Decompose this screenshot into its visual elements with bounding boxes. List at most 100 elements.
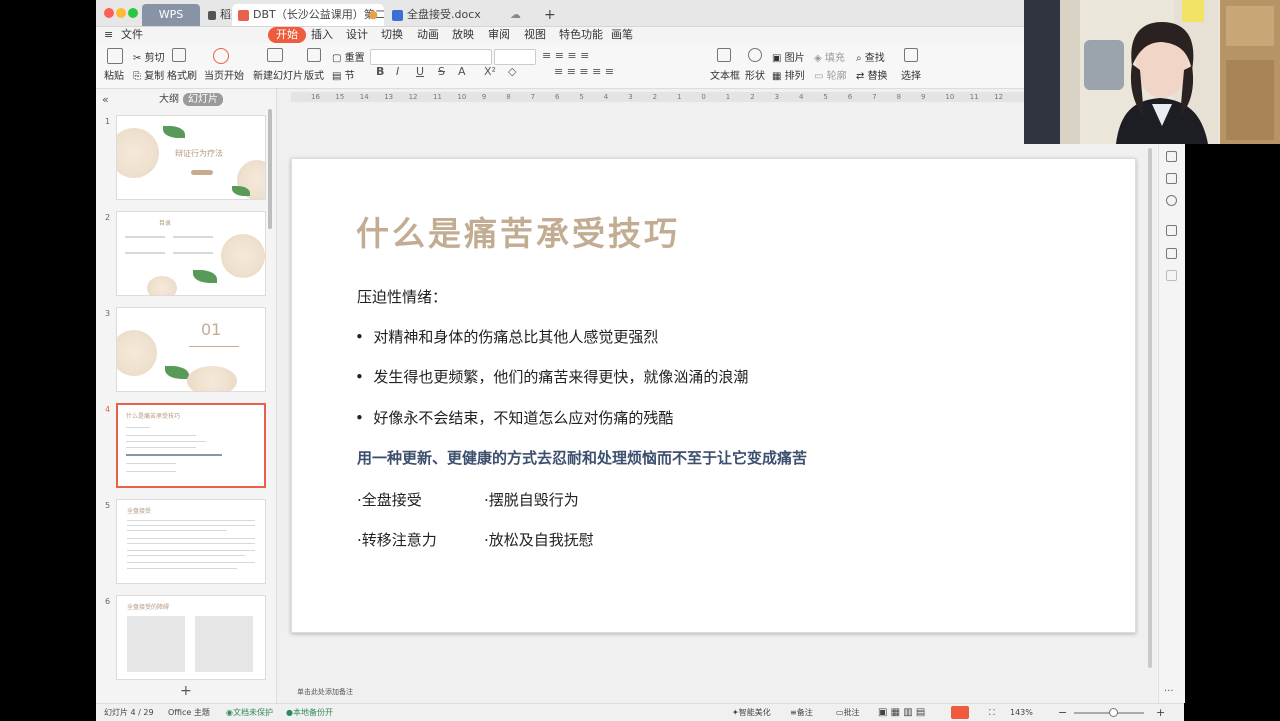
fit-window-icon[interactable]: ⛶ <box>989 704 995 721</box>
menu-file[interactable]: 文件 <box>121 27 143 43</box>
zoom-in-button[interactable]: + <box>1156 704 1165 721</box>
copy-button[interactable]: ⎘ 复制 <box>133 67 164 82</box>
shape-button[interactable]: 形状 <box>745 67 765 82</box>
theme-name[interactable]: Office 主题 <box>168 704 210 721</box>
layout-icon[interactable] <box>307 48 321 62</box>
textbox-icon[interactable] <box>717 48 731 62</box>
skill-distraction[interactable]: ·转移注意力 <box>357 529 437 550</box>
notes-toggle[interactable]: ≡ 备注 <box>790 704 813 721</box>
menu-insert[interactable]: 插入 <box>311 27 333 43</box>
skill-self-soothe[interactable]: ·放松及自我抚慰 <box>484 529 594 550</box>
menu-home[interactable]: 开始 <box>268 27 306 43</box>
slide-thumbnail-3[interactable]: 01 <box>116 307 266 392</box>
doc-protect-status[interactable]: ◉ 文档未保护 <box>226 704 273 721</box>
menu-transition[interactable]: 切换 <box>381 27 403 43</box>
collapse-panel-icon[interactable]: « <box>102 93 109 106</box>
comments-toggle[interactable]: ▭ 批注 <box>836 704 860 721</box>
zoom-slider-knob[interactable] <box>1109 708 1118 717</box>
slide-thumbnail-2[interactable]: 目录 <box>116 211 266 296</box>
property-icon[interactable] <box>1166 151 1177 162</box>
picture-button[interactable]: ▣ 图片 <box>772 49 805 64</box>
shape-icon[interactable] <box>748 48 762 62</box>
select-icon[interactable] <box>904 48 918 62</box>
tab-wps-home[interactable]: WPS <box>142 4 200 26</box>
slide-thumbnail-6[interactable]: 全盘接受的障碍 <box>116 595 266 680</box>
cloud-icon[interactable]: ☁ <box>504 4 524 26</box>
font-family-select[interactable] <box>370 49 492 65</box>
highlight-statement[interactable]: 用一种更新、更健康的方式去忍耐和处理烦恼而不至于让它变成痛苦 <box>357 447 807 468</box>
current-slide[interactable]: 什么是痛苦承受技巧 压迫性情绪： • 对精神和身体的伤痛总比其他人感觉更强烈 •… <box>291 158 1136 633</box>
arrange-button[interactable]: ▦ 排列 <box>772 67 805 82</box>
slideshow-play-button[interactable] <box>951 706 969 719</box>
superscript-button[interactable]: X² <box>484 65 496 78</box>
tab-dbt-presentation[interactable]: DBT（长沙公益课用）第二课 ● <box>232 4 384 26</box>
strikethrough-button[interactable]: S <box>438 65 445 78</box>
share-icon[interactable] <box>1166 248 1177 259</box>
menu-slideshow[interactable]: 放映 <box>452 27 474 43</box>
textbox-button[interactable]: 文本框 <box>710 67 740 82</box>
slide-title[interactable]: 什么是痛苦承受技巧 <box>356 207 680 255</box>
menu-view[interactable]: 视图 <box>524 27 546 43</box>
section-button[interactable]: ▤ 节 <box>332 67 355 82</box>
slide-subtitle[interactable]: 压迫性情绪： <box>357 286 447 307</box>
paragraph-buttons[interactable]: ≡ ≡ ≡ ≡ ≡ <box>554 65 614 78</box>
outline-button[interactable]: ▭ 轮廓 <box>814 67 847 82</box>
select-button[interactable]: 选择 <box>901 67 921 82</box>
italic-button[interactable]: I <box>396 65 399 78</box>
image-tool-icon[interactable] <box>1166 173 1177 184</box>
slide-thumbnail-1[interactable]: 辩证行为疗法 <box>116 115 266 200</box>
new-slide-button[interactable]: 新建幻灯片 <box>253 67 303 82</box>
bullet-1[interactable]: • 对精神和身体的伤痛总比其他人感觉更强烈 <box>355 326 658 347</box>
slide-thumbnail-4-selected[interactable]: 什么是痛苦承受技巧 <box>116 403 266 488</box>
add-slide-button[interactable]: + <box>180 683 192 699</box>
minimize-window-button[interactable] <box>116 8 126 18</box>
paste-button[interactable]: 粘贴 <box>104 67 124 82</box>
panel-scrollbar[interactable] <box>268 109 272 229</box>
hamburger-icon[interactable]: ≡ <box>104 27 113 43</box>
fill-button[interactable]: ◈ 填充 <box>814 49 845 64</box>
play-from-current-icon[interactable] <box>213 48 229 64</box>
format-painter-button[interactable]: 格式刷 <box>167 67 197 82</box>
view-mode-buttons[interactable]: ▣ ▦ ▥ ▤ <box>878 704 925 721</box>
pin-icon[interactable] <box>1166 225 1177 236</box>
slide-thumbnail-5[interactable]: 全盘接受 <box>116 499 266 584</box>
skill-radical-acceptance[interactable]: ·全盘接受 <box>357 489 422 510</box>
tab-slides[interactable]: 幻灯片 <box>183 93 223 106</box>
smart-beautify-button[interactable]: ✦ 智能美化 <box>732 704 771 721</box>
font-size-select[interactable] <box>494 49 536 65</box>
menu-animation[interactable]: 动画 <box>417 27 439 43</box>
more-icon[interactable]: ··· <box>1164 686 1174 697</box>
replace-button[interactable]: ⇄ 替换 <box>856 67 888 82</box>
tab-docx[interactable]: 全盘接受.docx <box>386 4 506 26</box>
maximize-window-button[interactable] <box>128 8 138 18</box>
font-color-button[interactable]: A <box>458 65 466 78</box>
menu-pen[interactable]: 画笔 <box>611 27 633 43</box>
bold-button[interactable]: B <box>376 65 384 78</box>
bullet-3[interactable]: • 好像永不会结束，不知道怎么应对伤痛的残酷 <box>355 407 673 428</box>
editor-scrollbar[interactable] <box>1148 148 1152 668</box>
find-button[interactable]: ⌕ 查找 <box>856 49 885 64</box>
paste-icon[interactable] <box>107 48 123 64</box>
tab-outline[interactable]: 大纲 <box>154 93 184 106</box>
bullet-2[interactable]: • 发生得也更频繁，他们的痛苦来得更快，就像汹涌的浪潮 <box>355 366 748 387</box>
cut-button[interactable]: ✂ 剪切 <box>133 49 165 64</box>
skill-self-destructive[interactable]: ·摆脱自毁行为 <box>484 489 579 510</box>
cloud-sync-icon[interactable] <box>1166 270 1177 281</box>
history-icon[interactable] <box>1166 195 1177 206</box>
new-slide-icon[interactable] <box>267 48 283 62</box>
menu-review[interactable]: 审阅 <box>488 27 510 43</box>
clear-format-button[interactable]: ◇ <box>508 65 516 78</box>
reset-button[interactable]: ▢ 重置 <box>332 49 365 64</box>
tab-daoke[interactable]: 稻壳 <box>202 4 236 26</box>
align-buttons[interactable]: ≡ ≡ ≡ ≡ <box>542 49 589 62</box>
backup-status[interactable]: ● 本地备份开 <box>286 704 333 721</box>
play-from-current-button[interactable]: 当页开始 <box>204 67 244 82</box>
close-window-button[interactable] <box>104 8 114 18</box>
zoom-level[interactable]: 143% <box>1010 704 1033 721</box>
format-painter-icon[interactable] <box>172 48 186 62</box>
menu-special[interactable]: 特色功能 <box>559 27 603 43</box>
layout-button[interactable]: 版式 <box>304 67 324 82</box>
menu-design[interactable]: 设计 <box>346 27 368 43</box>
notes-placeholder[interactable]: 单击此处添加备注 <box>297 687 353 697</box>
underline-button[interactable]: U <box>416 65 424 78</box>
